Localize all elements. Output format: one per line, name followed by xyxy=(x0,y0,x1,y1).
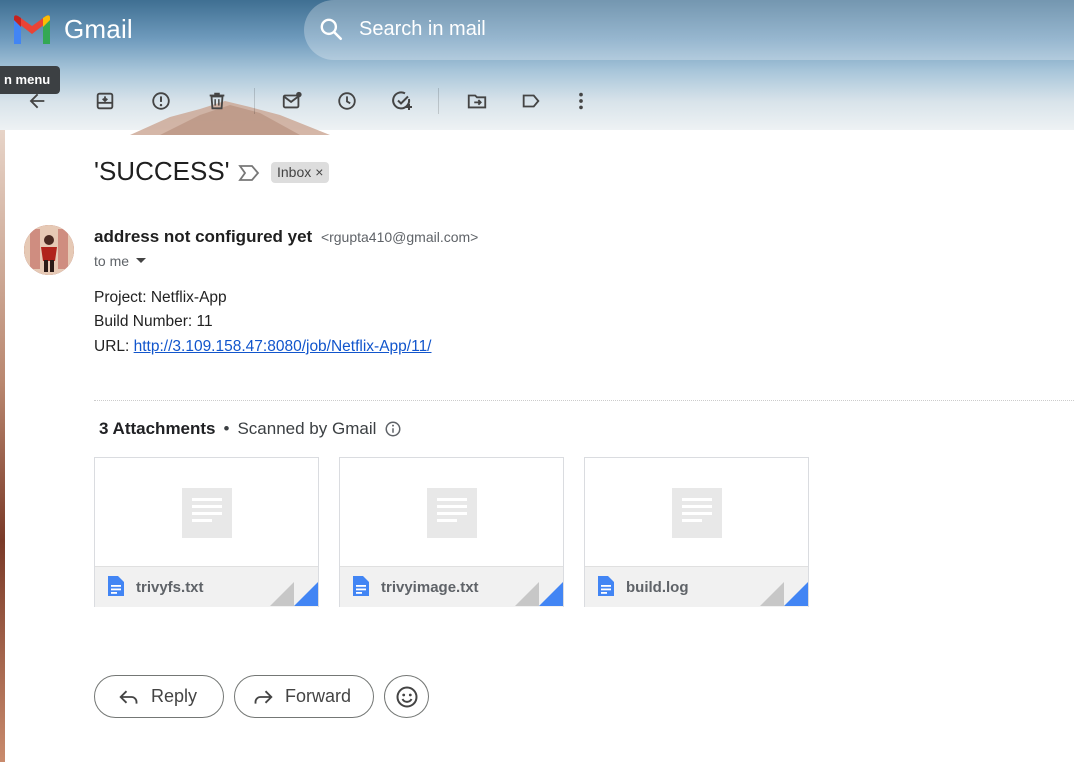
chevron-down-icon[interactable] xyxy=(135,257,147,265)
body-url-line: URL: http://3.109.158.47:8080/job/Netfli… xyxy=(94,338,432,356)
report-spam-icon[interactable] xyxy=(148,88,174,114)
delete-icon[interactable] xyxy=(204,88,230,114)
recipient-details[interactable]: to me xyxy=(94,253,147,269)
page-fold-icon xyxy=(515,582,563,606)
mark-unread-icon[interactable] xyxy=(279,88,305,114)
move-to-icon[interactable] xyxy=(464,88,490,114)
page-fold-icon xyxy=(760,582,808,606)
sender-name[interactable]: address not configured yet xyxy=(94,227,312,246)
labels-icon[interactable] xyxy=(518,88,544,114)
email-subject: 'SUCCESS' xyxy=(94,156,230,186)
separator-dot: • xyxy=(223,419,230,438)
attachment-filename: build.log xyxy=(626,579,689,596)
sender-email: <rgupta410@gmail.com> xyxy=(320,229,479,245)
attachments-divider xyxy=(94,400,1074,401)
remove-label-icon[interactable]: × xyxy=(315,162,323,183)
label-chip-text: Inbox xyxy=(277,164,312,180)
attachment-card[interactable]: trivyimage.txt xyxy=(339,457,564,607)
forward-button[interactable]: Forward xyxy=(234,675,374,718)
file-preview-icon xyxy=(182,488,232,538)
more-icon[interactable] xyxy=(568,88,594,114)
document-icon xyxy=(108,576,124,596)
body-build-number: Build Number: 11 xyxy=(94,313,213,330)
build-url-link[interactable]: http://3.109.158.47:8080/job/Netflix-App… xyxy=(134,338,432,355)
avatar-photo xyxy=(24,225,74,275)
background-edge xyxy=(0,130,5,762)
sender-line: address not configured yet <rgupta410@gm… xyxy=(94,227,478,247)
scanned-by-gmail: Scanned by Gmail xyxy=(237,419,377,438)
info-icon[interactable] xyxy=(384,420,402,438)
recipient-text: to me xyxy=(94,253,130,269)
attachment-card[interactable]: trivyfs.txt xyxy=(94,457,319,607)
toolbar-divider xyxy=(438,88,439,114)
toolbar-divider xyxy=(254,88,255,114)
inbox-label-chip: Inbox × xyxy=(271,162,330,183)
archive-icon[interactable] xyxy=(92,88,118,114)
attachments-count: 3 Attachments xyxy=(99,419,216,438)
attachment-filename: trivyfs.txt xyxy=(136,579,204,596)
attachment-card[interactable]: build.log xyxy=(584,457,809,607)
emoji-reaction-button[interactable] xyxy=(384,675,429,718)
body-url-prefix: URL: xyxy=(94,338,134,355)
attachments-header: 3 Attachments • Scanned by Gmail xyxy=(99,419,402,439)
add-to-tasks-icon[interactable] xyxy=(389,88,415,114)
app-name: Gmail xyxy=(64,14,133,44)
avatar[interactable] xyxy=(24,225,74,275)
back-arrow-icon[interactable] xyxy=(24,88,50,114)
importance-marker-icon[interactable] xyxy=(238,164,260,182)
document-icon xyxy=(353,576,369,596)
body-project: Project: Netflix-App xyxy=(94,289,227,306)
gmail-logo-icon[interactable] xyxy=(12,14,52,46)
file-preview-icon xyxy=(427,488,477,538)
reply-icon xyxy=(119,690,138,704)
search-input[interactable]: Search in mail xyxy=(359,18,486,41)
forward-icon xyxy=(254,690,273,704)
document-icon xyxy=(598,576,614,596)
top-bar: Gmail Search in mail xyxy=(0,0,1074,62)
reply-button[interactable]: Reply xyxy=(94,675,224,718)
attachment-filename: trivyimage.txt xyxy=(381,579,479,596)
file-preview-icon xyxy=(672,488,722,538)
snooze-icon[interactable] xyxy=(334,88,360,114)
forward-label: Forward xyxy=(285,686,352,706)
page-fold-icon xyxy=(270,582,318,606)
emoji-icon xyxy=(396,686,417,707)
reply-label: Reply xyxy=(151,686,198,706)
search-icon[interactable] xyxy=(318,16,344,42)
